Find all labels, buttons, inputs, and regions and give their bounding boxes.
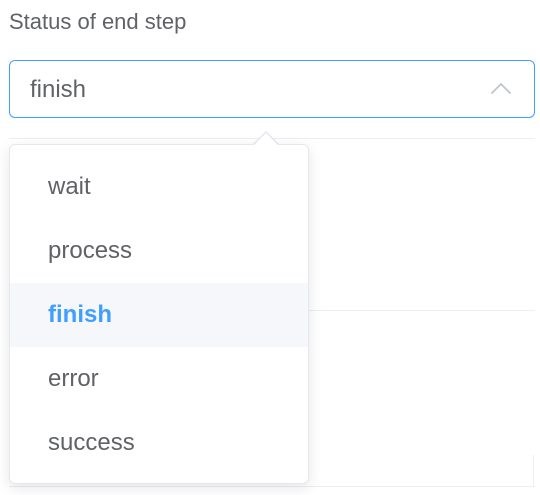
option-wait[interactable]: wait — [10, 155, 308, 219]
chevron-up-icon[interactable] — [490, 81, 512, 95]
form-panel: Status of end step finish wait process f… — [0, 0, 540, 495]
dropdown-arrow-inner — [254, 133, 278, 145]
select-value: finish — [30, 76, 87, 103]
option-process[interactable]: process — [10, 219, 308, 283]
field-label: Status of end step — [9, 9, 187, 34]
option-finish[interactable]: finish — [10, 283, 308, 347]
option-error[interactable]: error — [10, 347, 308, 411]
background-divider — [9, 486, 535, 487]
background-divider — [533, 455, 534, 486]
status-select[interactable]: finish — [9, 60, 535, 118]
dropdown-menu: wait process finish error success — [9, 144, 309, 484]
option-list: wait process finish error success — [10, 145, 308, 475]
option-success[interactable]: success — [10, 411, 308, 475]
